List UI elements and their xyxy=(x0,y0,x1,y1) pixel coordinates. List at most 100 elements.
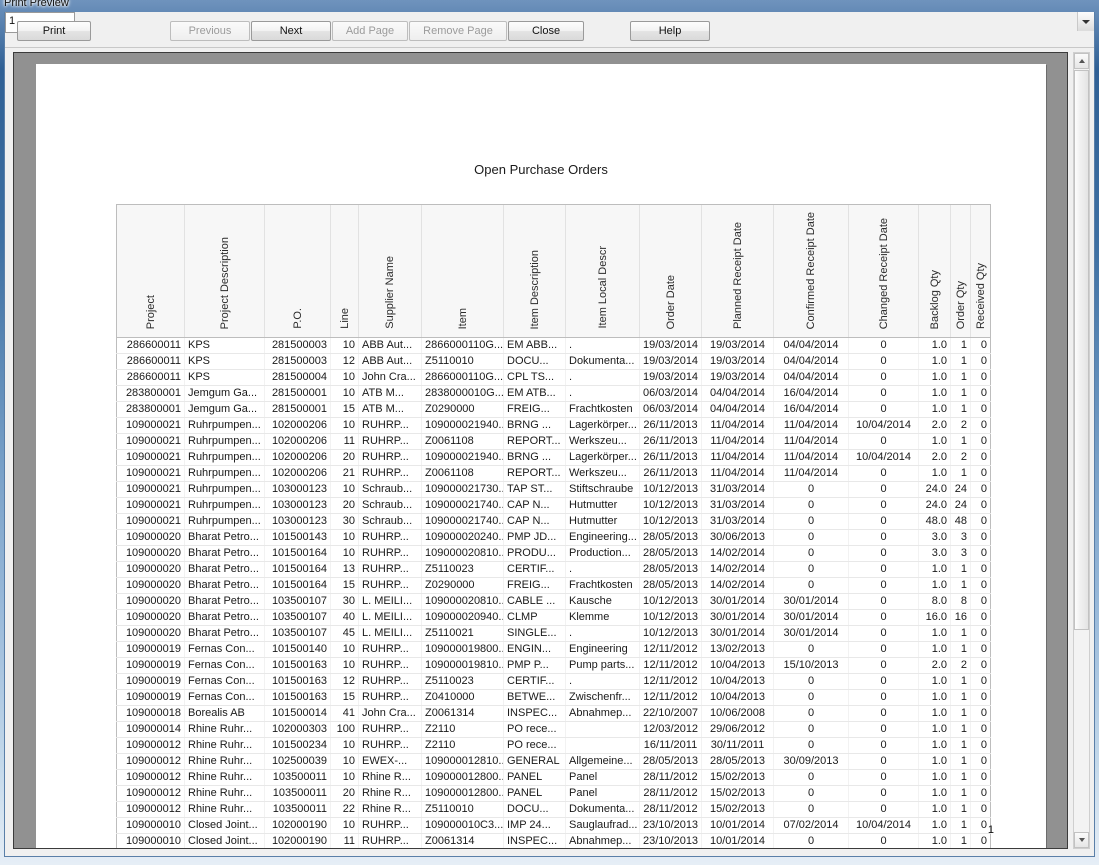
table-cell: Bharat Petro... xyxy=(184,529,265,546)
column-header-label: Order Qty xyxy=(954,280,967,329)
table-cell: Abnahmep... xyxy=(565,705,640,722)
scroll-up-icon[interactable] xyxy=(1074,53,1089,69)
table-cell: 1.0 xyxy=(918,337,951,354)
next-button[interactable]: Next xyxy=(251,21,331,41)
table-cell: 21 xyxy=(330,465,359,482)
table-cell: 102000190 xyxy=(264,833,331,848)
table-cell: Z0061108 xyxy=(421,433,504,450)
table-cell: 19/03/2014 xyxy=(639,337,702,354)
table-cell: 28/05/2013 xyxy=(701,753,774,770)
table-cell: 0 xyxy=(970,625,991,642)
table-cell: Ruhrpumpen... xyxy=(184,481,265,498)
table-cell: 12/11/2012 xyxy=(639,641,702,658)
table-cell: 1 xyxy=(950,641,971,658)
column-header: Order Qty xyxy=(950,204,971,338)
column-header: Planned Receipt Date xyxy=(701,204,774,338)
table-cell: 1 xyxy=(950,689,971,706)
table-cell: 10/06/2008 xyxy=(701,705,774,722)
table-cell: 101500164 xyxy=(264,577,331,594)
table-cell: 41 xyxy=(330,705,359,722)
table-cell: 48 xyxy=(950,513,971,530)
table-cell: 30/01/2014 xyxy=(773,593,849,610)
table-cell: Stiftschraube xyxy=(565,481,640,498)
table-cell: . xyxy=(565,337,640,354)
table-cell: 0 xyxy=(970,513,991,530)
table-cell: RUHRP... xyxy=(358,417,422,434)
table-cell: 103000123 xyxy=(264,481,331,498)
table-cell: 0 xyxy=(848,833,919,848)
table-row: 109000021 Ruhrpumpen... 103000123 20 Schraub… xyxy=(116,497,991,514)
table-cell: 109000020 xyxy=(116,593,185,610)
table-cell: 19/03/2014 xyxy=(701,337,774,354)
close-button[interactable]: Close xyxy=(508,21,584,41)
add-page-button[interactable]: Add Page xyxy=(332,21,408,41)
table-cell: 109000020810... xyxy=(421,593,504,610)
table-cell: DOCU... xyxy=(503,801,566,818)
table-cell: 3.0 xyxy=(918,545,951,562)
table-cell: 109000020 xyxy=(116,577,185,594)
table-cell: 0 xyxy=(970,337,991,354)
table-cell: FREIG... xyxy=(503,401,566,418)
help-button[interactable]: Help xyxy=(630,21,710,41)
table-cell: 0 xyxy=(970,657,991,674)
table-row: 109000020 Bharat Petro... 101500143 10 RUHRP… xyxy=(116,529,991,546)
table-cell: . xyxy=(565,561,640,578)
table-cell: Bharat Petro... xyxy=(184,625,265,642)
preview-canvas[interactable]: Open Purchase Orders Project Project Desc… xyxy=(13,52,1068,849)
table-cell: Z5110021 xyxy=(421,625,504,642)
column-header-label: Changed Receipt Date xyxy=(877,217,890,329)
table-cell: 0 xyxy=(773,641,849,658)
table-cell: Klemme xyxy=(565,609,640,626)
scroll-down-icon[interactable] xyxy=(1074,832,1089,848)
vertical-scrollbar[interactable] xyxy=(1073,52,1090,849)
table-cell: RUHRP... xyxy=(358,449,422,466)
table-cell: 10 xyxy=(330,657,359,674)
table-cell: 10 xyxy=(330,817,359,834)
scrollbar-thumb[interactable] xyxy=(1074,70,1089,630)
table-cell: 10/04/2014 xyxy=(848,417,919,434)
table-cell: 30/06/2013 xyxy=(701,529,774,546)
split-handle-icon[interactable] xyxy=(1074,820,1089,830)
table-cell: 10/12/2013 xyxy=(639,497,702,514)
chevron-down-icon[interactable] xyxy=(1077,12,1094,31)
table-cell: 101500140 xyxy=(264,641,331,658)
table-cell: 10/12/2013 xyxy=(639,625,702,642)
table-cell: 14/02/2014 xyxy=(701,577,774,594)
table-cell: 1.0 xyxy=(918,353,951,370)
table-cell: EM ATB... xyxy=(503,385,566,402)
table-cell: 1 xyxy=(950,673,971,690)
table-cell: BETWE... xyxy=(503,689,566,706)
table-cell: 1.0 xyxy=(918,753,951,770)
table-cell: Fernas Con... xyxy=(184,673,265,690)
table-cell: 109000021 xyxy=(116,433,185,450)
table-cell: RUHRP... xyxy=(358,641,422,658)
print-button[interactable]: Print xyxy=(17,21,91,41)
table-cell: 281500004 xyxy=(264,369,331,386)
table-cell: BRNG ... xyxy=(503,417,566,434)
table-row: 109000020 Bharat Petro... 103500107 40 L. ME… xyxy=(116,609,991,626)
column-header-label: Order Date xyxy=(664,274,677,329)
table-cell: 103000123 xyxy=(264,513,331,530)
table-cell: 0 xyxy=(970,401,991,418)
remove-page-button[interactable]: Remove Page xyxy=(409,21,507,41)
table-cell: 109000012 xyxy=(116,737,185,754)
table-cell: Borealis AB xyxy=(184,705,265,722)
table-cell: 24 xyxy=(950,481,971,498)
table-cell: REPORT... xyxy=(503,433,566,450)
table-cell: 2866000110G... xyxy=(421,369,504,386)
table-cell: RUHRP... xyxy=(358,817,422,834)
table-cell: Dokumenta... xyxy=(565,801,640,818)
table-cell: 1.0 xyxy=(918,689,951,706)
table-cell: 30/01/2014 xyxy=(701,593,774,610)
table-cell: 109000010 xyxy=(116,817,185,834)
table-cell: 31/03/2014 xyxy=(701,481,774,498)
previous-button[interactable]: Previous xyxy=(170,21,250,41)
table-cell: RUHRP... xyxy=(358,465,422,482)
table-cell: 109000020240... xyxy=(421,529,504,546)
table-cell: 16/11/2011 xyxy=(639,737,702,754)
table-cell: PO rece... xyxy=(503,721,566,738)
table-cell: 10/04/2013 xyxy=(701,689,774,706)
table-cell: 0 xyxy=(848,769,919,786)
table-cell: 102000303 xyxy=(264,721,331,738)
table-cell: 11 xyxy=(330,433,359,450)
